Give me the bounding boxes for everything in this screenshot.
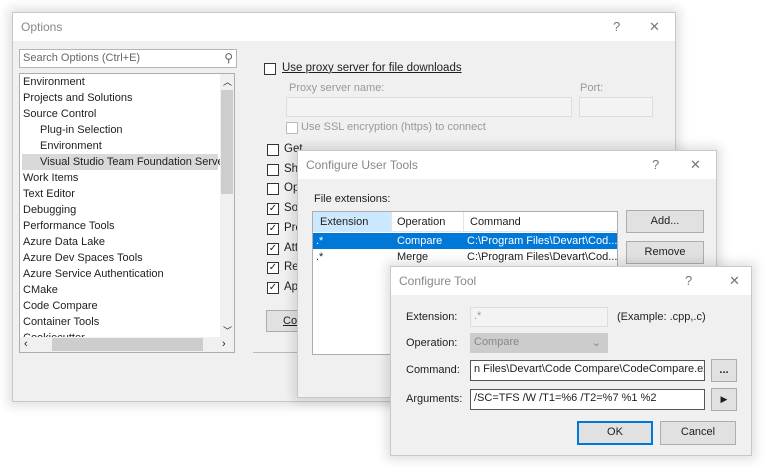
cancel-button[interactable]: Cancel	[660, 421, 736, 445]
port-label: Port:	[580, 82, 604, 94]
checkmark-icon[interactable]: ✓	[267, 281, 279, 294]
column-header-command[interactable]: Command	[463, 212, 617, 232]
proxy-name-label: Proxy server name:	[289, 82, 385, 94]
browse-button[interactable]: ...	[711, 359, 737, 382]
tree-item[interactable]: Container Tools	[22, 314, 218, 330]
command-label: Command:	[406, 364, 460, 376]
ok-button[interactable]: OK	[577, 421, 653, 445]
operation-label: Operation:	[406, 337, 458, 349]
scroll-up-icon[interactable]: ︿	[223, 75, 232, 88]
arguments-label: Arguments:	[406, 393, 463, 405]
tree-item[interactable]: Debugging	[22, 202, 218, 218]
cell-op: Merge	[397, 251, 429, 263]
cell-cmd: C:\Program Files\Devart\Cod...	[467, 251, 618, 263]
close-button[interactable]: ✕	[690, 157, 701, 173]
cell-ext: .*	[316, 251, 324, 263]
option-checkbox[interactable]	[267, 163, 279, 176]
scroll-left-icon[interactable]: ‹	[24, 338, 28, 350]
close-button[interactable]: ✕	[649, 19, 660, 35]
scroll-right-icon[interactable]: ›	[222, 338, 226, 350]
user-tools-title: Configure User Tools	[306, 158, 418, 172]
arguments-input[interactable]: /SC=TFS /W /T1=%6 /T2=%7 %1 %2	[470, 389, 705, 410]
tree-item[interactable]: Performance Tools	[22, 218, 218, 234]
extension-label: Extension:	[406, 311, 458, 323]
vertical-scrollbar[interactable]: ︿ ﹀	[220, 74, 234, 338]
tree-item[interactable]: Code Compare	[22, 298, 218, 314]
ssl-checkbox[interactable]	[286, 122, 298, 134]
option-checkbox-label: Ap	[284, 280, 299, 293]
scroll-thumb[interactable]	[221, 90, 233, 194]
search-placeholder: Search Options (Ctrl+E)	[23, 52, 141, 64]
tree-item[interactable]: Text Editor	[22, 186, 218, 202]
options-tree[interactable]: Environment Projects and Solutions Source …	[19, 73, 235, 353]
tree-item[interactable]: Work Items	[22, 170, 218, 186]
search-icon: ⚲	[224, 51, 233, 65]
file-extensions-label: File extensions:	[314, 193, 391, 205]
port-input[interactable]	[579, 97, 653, 117]
checkmark-icon[interactable]: ✓	[267, 203, 279, 216]
tree-item[interactable]: Environment	[22, 74, 218, 90]
configure-tool-dialog: Configure Tool ? ✕ Extension: .* (Exampl…	[390, 266, 752, 456]
command-input[interactable]: n Files\Devart\Code Compare\CodeCompare.…	[470, 360, 705, 381]
tree-item[interactable]: Azure Service Authentication	[22, 266, 218, 282]
arrow-right-icon: ▶	[720, 394, 728, 404]
option-checkbox-label: Att	[284, 241, 299, 254]
cell-cmd: C:\Program Files\Devart\Cod...	[467, 235, 618, 247]
extension-example: (Example: .cpp,.c)	[617, 311, 706, 323]
use-proxy-label: Use proxy server for file downloads	[282, 62, 462, 74]
operation-select[interactable]: Compare ⌄	[470, 333, 608, 353]
tree-item[interactable]: Environment	[22, 138, 218, 154]
remove-button[interactable]: Remove	[626, 241, 704, 264]
tree-item[interactable]: Projects and Solutions	[22, 90, 218, 106]
horizontal-scrollbar[interactable]: ‹ ›	[20, 337, 234, 352]
tool-title-bar: Configure Tool ? ✕	[391, 267, 751, 295]
tree-item[interactable]: Plug-in Selection	[22, 122, 218, 138]
search-options-input[interactable]: Search Options (Ctrl+E) ⚲	[19, 49, 237, 68]
cell-ext: .*	[316, 235, 324, 247]
options-title: Options	[21, 20, 63, 34]
option-checkbox[interactable]	[267, 144, 279, 156]
tree-item[interactable]: CMake	[22, 282, 218, 298]
option-checkbox[interactable]	[267, 183, 279, 196]
table-row[interactable]: .* Merge C:\Program Files\Devart\Cod...	[313, 249, 617, 265]
table-header: Extension Operation Command	[313, 212, 617, 232]
checkmark-icon[interactable]: ✓	[267, 242, 279, 255]
close-button[interactable]: ✕	[729, 273, 740, 289]
extension-input[interactable]: .*	[470, 307, 608, 327]
table-row[interactable]: .* Compare C:\Program Files\Devart\Cod...	[313, 233, 617, 249]
tool-title: Configure Tool	[399, 274, 477, 288]
cell-op: Compare	[397, 235, 443, 247]
checkmark-icon[interactable]: ✓	[267, 262, 279, 275]
use-proxy-checkbox[interactable]	[264, 63, 276, 75]
column-header-extension[interactable]: Extension	[313, 212, 391, 232]
proxy-name-input[interactable]	[286, 97, 572, 117]
help-button[interactable]: ?	[613, 19, 620, 34]
user-tools-title-bar: Configure User Tools ? ✕	[298, 151, 716, 179]
arguments-menu-button[interactable]: ▶	[711, 388, 737, 411]
column-header-operation[interactable]: Operation	[391, 212, 463, 232]
checkmark-icon[interactable]: ✓	[267, 222, 279, 235]
h-scroll-thumb[interactable]	[52, 338, 203, 351]
add-button[interactable]: Add...	[626, 210, 704, 233]
help-button[interactable]: ?	[652, 157, 659, 172]
help-button[interactable]: ?	[685, 273, 692, 288]
tree-item[interactable]: Azure Dev Spaces Tools	[22, 250, 218, 266]
options-title-bar: Options ? ✕	[13, 13, 675, 41]
tree-item[interactable]: Source Control	[22, 106, 218, 122]
chevron-down-icon: ⌄	[591, 337, 601, 349]
scroll-down-icon[interactable]: ﹀	[223, 324, 232, 337]
tree-item[interactable]: Azure Data Lake	[22, 234, 218, 250]
ssl-label: Use SSL encryption (https) to connect	[301, 121, 486, 133]
tree-item[interactable]: Visual Studio Team Foundation Server	[22, 154, 227, 170]
